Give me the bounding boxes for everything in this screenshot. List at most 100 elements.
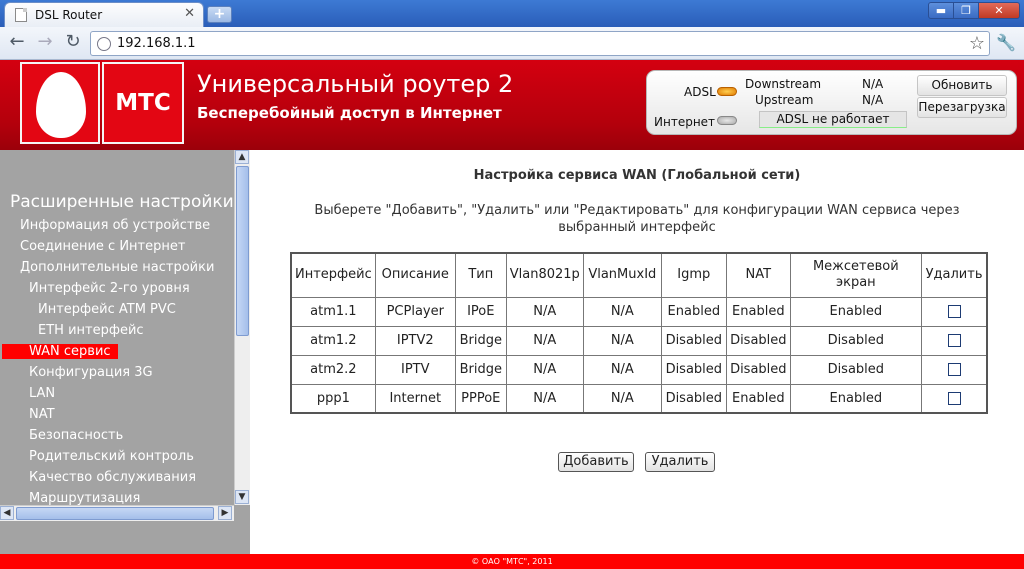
cell-vlanmuxid: N/A [582, 296, 662, 327]
scroll-up-icon[interactable]: ▲ [235, 150, 249, 164]
globe-icon [97, 37, 111, 51]
delete-checkbox[interactable] [947, 391, 961, 405]
cell-delete [920, 325, 988, 356]
cell-vlan8021p: N/A [505, 296, 584, 327]
col-description: Описание [374, 252, 456, 298]
mts-egg-logo [20, 62, 100, 144]
cell-type: Bridge [454, 325, 507, 356]
sidebar-horizontal-scrollbar[interactable]: ◀ ▶ [0, 505, 234, 521]
tab-close-icon[interactable]: ✕ [184, 6, 195, 21]
cell-description: IPTV2 [374, 325, 456, 356]
sidebar-vertical-scrollbar[interactable]: ▲ ▼ [234, 150, 250, 505]
cell-vlan8021p: N/A [505, 383, 584, 414]
status-panel: ADSL Downstream N/A Upstream N/A Интерне… [646, 70, 1017, 135]
adsl-led-icon [717, 87, 737, 96]
upstream-label: Upstream [755, 93, 814, 107]
browser-toolbar: ← → ↻ 192.168.1.1 ☆ 🔧 [0, 27, 1024, 60]
scroll-thumb[interactable] [236, 166, 249, 336]
scroll-left-icon[interactable]: ◀ [0, 506, 14, 520]
table-row: atm1.1 PCPlayer IPoE N/A N/A Enabled Ena… [290, 296, 988, 327]
page-title: Настройка сервиса WAN (Глобальной сети) [473, 168, 801, 183]
col-vlanmuxid: VlanMuxId [582, 252, 662, 298]
delete-button[interactable]: Удалить [645, 452, 715, 472]
sidebar-item-3g-config[interactable]: Конфигурация 3G [29, 365, 153, 380]
sidebar-item-atm-pvc[interactable]: Интерфейс ATM PVC [38, 302, 176, 317]
egg-icon [36, 72, 86, 138]
cell-firewall: Enabled [789, 296, 922, 327]
browser-tab[interactable]: DSL Router ✕ [4, 2, 204, 27]
sidebar-item-security[interactable]: Безопасность [29, 428, 123, 443]
back-icon[interactable]: ← [6, 32, 28, 54]
router-subtitle: Бесперебойный доступ в Интернет [197, 104, 502, 122]
cell-vlanmuxid: N/A [582, 325, 662, 356]
add-button[interactable]: Добавить [558, 452, 634, 472]
sidebar-item-wan-service[interactable]: WAN сервис [2, 344, 118, 359]
cell-vlanmuxid: N/A [582, 354, 662, 385]
sidebar-item-eth-interface[interactable]: ETH интерфейс [38, 323, 144, 338]
cell-delete [920, 354, 988, 385]
cell-type: PPPoE [454, 383, 507, 414]
col-delete: Удалить [920, 252, 988, 298]
wrench-icon[interactable]: 🔧 [996, 33, 1016, 52]
new-tab-button[interactable]: + [207, 6, 232, 23]
delete-checkbox[interactable] [947, 305, 961, 318]
sidebar-item-advanced-settings[interactable]: Дополнительные настройки [20, 260, 214, 275]
cell-vlanmuxid: N/A [582, 383, 662, 414]
refresh-button[interactable]: Обновить [917, 75, 1007, 96]
upstream-value: N/A [862, 93, 884, 107]
reboot-button[interactable]: Перезагрузка [917, 97, 1007, 118]
wan-services-table: Интерфейс Описание Тип Vlan8021p VlanMux… [290, 252, 989, 414]
cell-interface: atm1.1 [290, 296, 376, 327]
sidebar-item-parental-control[interactable]: Родительский контроль [29, 449, 194, 464]
hscroll-thumb[interactable] [16, 507, 214, 520]
cell-nat: Enabled [725, 383, 791, 414]
internet-led-icon [717, 116, 737, 125]
scroll-right-icon[interactable]: ▶ [218, 506, 232, 520]
col-vlan8021p: Vlan8021p [505, 252, 584, 298]
url-text[interactable]: 192.168.1.1 [117, 36, 196, 51]
cell-delete [920, 383, 988, 414]
sidebar-item-internet-connection[interactable]: Соединение с Интернет [20, 239, 185, 254]
cell-vlan8021p: N/A [505, 325, 584, 356]
table-row: atm1.2 IPTV2 Bridge N/A N/A Disabled Dis… [290, 325, 988, 356]
scroll-down-icon[interactable]: ▼ [235, 490, 249, 504]
cell-firewall: Disabled [789, 325, 922, 356]
page-icon [15, 8, 27, 22]
sidebar-item-lan[interactable]: LAN [29, 386, 55, 401]
footer-copyright: © ОАО "МТС", 2011 [0, 554, 1024, 569]
maximize-button[interactable]: ❐ [953, 2, 979, 19]
sidebar-item-device-info[interactable]: Информация об устройстве [20, 218, 210, 233]
main-content: Настройка сервиса WAN (Глобальной сети) … [250, 150, 1024, 554]
page-description: Выберете "Добавить", "Удалить" или "Реда… [314, 203, 960, 235]
reload-icon[interactable]: ↻ [62, 32, 84, 54]
sidebar-title: Расширенные настройки [10, 192, 234, 212]
browser-titlebar: DSL Router ✕ + ▬ ❐ ✕ [0, 0, 1024, 27]
forward-icon[interactable]: → [34, 32, 56, 54]
delete-checkbox[interactable] [947, 334, 961, 347]
cell-firewall: Enabled [789, 383, 922, 414]
sidebar-item-routing[interactable]: Маршрутизация [29, 491, 140, 505]
cell-description: PCPlayer [374, 296, 456, 327]
sidebar-item-nat[interactable]: NAT [29, 407, 55, 422]
mts-brand-logo: МТС [102, 62, 184, 144]
delete-checkbox[interactable] [947, 363, 961, 376]
bookmark-star-icon[interactable]: ☆ [969, 33, 985, 54]
col-interface: Интерфейс [290, 252, 376, 298]
downstream-value: N/A [862, 77, 884, 91]
tab-title: DSL Router [35, 8, 103, 22]
col-firewall: Межсетевой экран [789, 252, 922, 298]
sidebar-item-layer2-interface[interactable]: Интерфейс 2-го уровня [29, 281, 190, 296]
cell-igmp: Disabled [660, 325, 727, 356]
close-window-button[interactable]: ✕ [978, 2, 1020, 19]
cell-description: Internet [374, 383, 456, 414]
router-page: МТС Универсальный роутер 2 Бесперебойный… [0, 60, 1024, 569]
adsl-label: ADSL [684, 85, 716, 99]
table-row: atm2.2 IPTV Bridge N/A N/A Disabled Disa… [290, 354, 988, 385]
minimize-button[interactable]: ▬ [928, 2, 954, 19]
cell-interface: ppp1 [290, 383, 376, 414]
table-row: ppp1 Internet PPPoE N/A N/A Disabled Ena… [290, 383, 988, 414]
sidebar-item-qos[interactable]: Качество обслуживания [29, 470, 196, 485]
address-bar[interactable]: 192.168.1.1 ☆ [90, 31, 990, 56]
cell-vlan8021p: N/A [505, 354, 584, 385]
col-nat: NAT [725, 252, 791, 298]
